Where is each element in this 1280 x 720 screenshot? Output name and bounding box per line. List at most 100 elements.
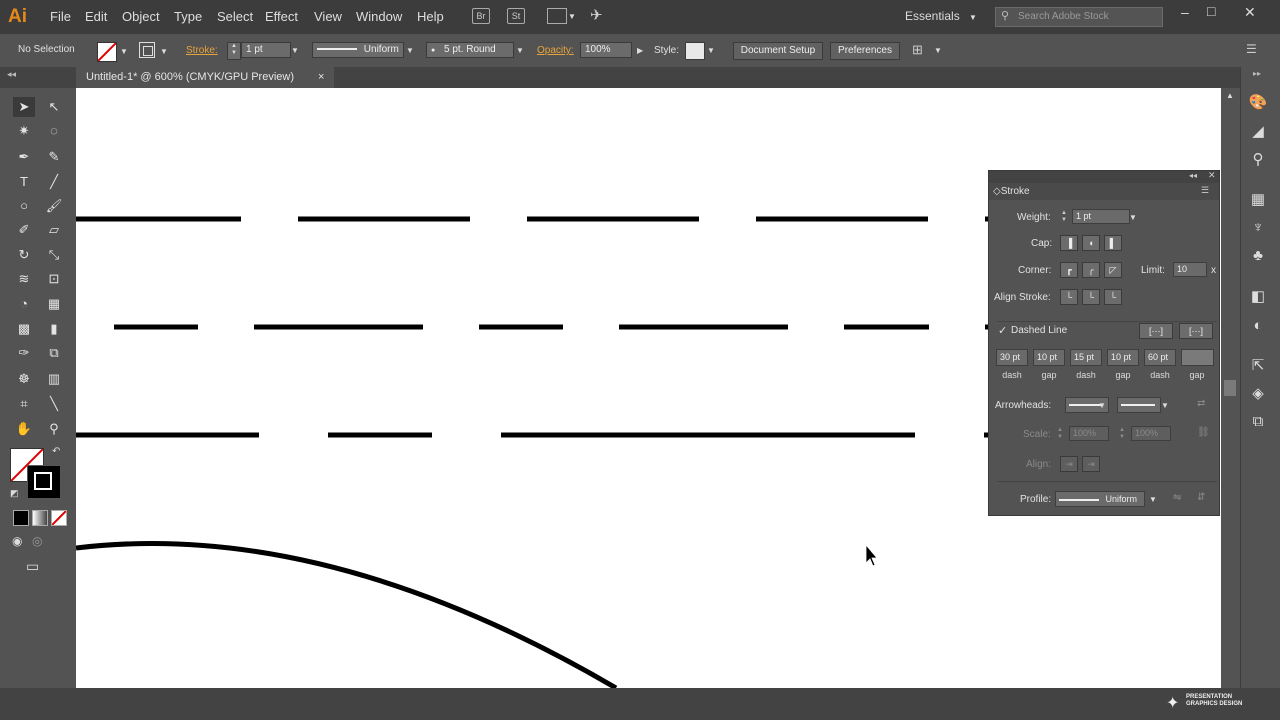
limit-field[interactable]: 10	[1173, 262, 1207, 277]
color-guide-icon[interactable]: ◢	[1248, 122, 1268, 142]
place-arrow-icon[interactable]: ⇥	[1082, 456, 1100, 472]
eyedropper-tool-icon[interactable]: ✑	[13, 343, 35, 363]
slice-tool-icon[interactable]: ╲	[43, 394, 65, 414]
menu-help[interactable]: Help	[417, 9, 444, 24]
scroll-up-icon[interactable]: ▲	[1226, 91, 1234, 100]
dash-field-2[interactable]: 15 pt	[1070, 349, 1102, 366]
bevel-join-icon[interactable]: ◸	[1104, 262, 1122, 278]
panel-menu-icon[interactable]: ☰	[1201, 185, 1209, 196]
hand-tool-icon[interactable]: ✋	[13, 419, 35, 439]
curvature-tool-icon[interactable]: ✎	[43, 147, 65, 167]
scroll-thumb[interactable]	[1224, 380, 1236, 396]
eraser-tool-icon[interactable]: ▱	[43, 220, 65, 240]
menu-type[interactable]: Type	[174, 9, 202, 24]
blend-tool-icon[interactable]: ⧉	[43, 343, 65, 363]
rotate-tool-icon[interactable]: ↻	[13, 245, 35, 265]
scale-end-field[interactable]: 100%	[1131, 426, 1171, 441]
color-mode-icon[interactable]	[13, 510, 29, 526]
shape-builder-tool-icon[interactable]: ◔	[13, 294, 35, 314]
document-tab[interactable]: Untitled-1* @ 600% (CMYK/GPU Preview) ×	[76, 67, 334, 88]
close-panel-icon[interactable]: ✕	[1208, 170, 1216, 181]
align-center-icon[interactable]: └	[1060, 289, 1078, 305]
stroke-weight-stepper[interactable]: ▲ ▼	[227, 42, 241, 60]
dashed-line-checkbox[interactable]: ✓	[998, 324, 1007, 337]
align-outside-icon[interactable]: └	[1104, 289, 1122, 305]
ellipse-tool-icon[interactable]: ○	[13, 196, 35, 216]
arrange-documents-icon[interactable]	[547, 8, 567, 24]
brushes-icon[interactable]: ♆	[1248, 218, 1268, 238]
gradient-mode-icon[interactable]	[32, 510, 48, 526]
lasso-tool-icon[interactable]: ◌	[43, 121, 65, 141]
chevron-down-icon[interactable]: ▼	[1098, 401, 1106, 410]
gpu-performance-icon[interactable]: ✈	[590, 6, 603, 24]
menu-edit[interactable]: Edit	[85, 9, 107, 24]
butt-cap-icon[interactable]: ▐	[1060, 235, 1078, 251]
flip-along-icon[interactable]: ⇋	[1173, 492, 1181, 503]
arrange-icon[interactable]: ⊞	[912, 42, 923, 58]
menu-select[interactable]: Select	[217, 9, 253, 24]
zoom-tool-icon[interactable]: ⚲	[43, 419, 65, 439]
artboard-tool-icon[interactable]: ⌗	[13, 394, 35, 414]
scale-start-field[interactable]: 100%	[1069, 426, 1109, 441]
workspace-switcher[interactable]: Essentials ▼	[905, 9, 977, 23]
libraries-icon[interactable]: ⚲	[1248, 150, 1268, 170]
round-join-icon[interactable]: ╭	[1082, 262, 1100, 278]
column-graph-tool-icon[interactable]: ▥	[43, 369, 65, 389]
align-dash-corners-icon[interactable]: [⋯]	[1179, 323, 1213, 339]
document-setup-button[interactable]: Document Setup	[733, 42, 823, 60]
pencil-tool-icon[interactable]: ✐	[13, 220, 35, 240]
stroke-label[interactable]: Stroke:	[186, 45, 218, 56]
scale-tool-icon[interactable]: ⤡	[43, 245, 65, 265]
symbols-icon[interactable]: ♣	[1248, 246, 1268, 266]
fill-swatch[interactable]	[97, 42, 117, 62]
weight-field[interactable]: 1 pt	[1072, 209, 1130, 224]
vertical-scrollbar[interactable]: ▲	[1221, 88, 1240, 688]
mesh-tool-icon[interactable]: ▩	[13, 319, 35, 339]
minimize-icon[interactable]: –	[1181, 4, 1189, 20]
preserve-dash-icon[interactable]: [⋯]	[1139, 323, 1173, 339]
menu-effect[interactable]: Effect	[265, 9, 298, 24]
perspective-grid-tool-icon[interactable]: ▦	[43, 294, 65, 314]
menu-file[interactable]: File	[50, 9, 71, 24]
chevron-down-icon[interactable]: ▼	[120, 47, 128, 56]
close-tab-icon[interactable]: ×	[318, 71, 324, 83]
dash-field-3[interactable]: 60 pt	[1144, 349, 1176, 366]
swatches-icon[interactable]: ▦	[1248, 190, 1268, 210]
chevron-right-icon[interactable]: ▶	[637, 46, 643, 55]
pen-tool-icon[interactable]: ✒	[13, 147, 35, 167]
menu-view[interactable]: View	[314, 9, 342, 24]
close-window-icon[interactable]: ✕	[1244, 4, 1256, 21]
collapse-panel-icon[interactable]: ◂◂	[1189, 171, 1197, 180]
free-transform-tool-icon[interactable]: ⊡	[43, 269, 65, 289]
swap-arrowheads-icon[interactable]: ⇄	[1197, 398, 1205, 409]
swap-fill-stroke-icon[interactable]: ↶	[52, 446, 60, 457]
paintbrush-tool-icon[interactable]: 🖌	[43, 196, 65, 216]
chevron-down-icon[interactable]: ▼	[707, 46, 715, 55]
dash-field-1[interactable]: 30 pt	[996, 349, 1028, 366]
stock-icon[interactable]: St	[507, 8, 525, 24]
opacity-label[interactable]: Opacity:	[537, 45, 574, 56]
screen-mode-icon[interactable]: ▭	[26, 558, 39, 575]
weight-stepper[interactable]: ▲ ▼	[1059, 210, 1069, 225]
align-inside-icon[interactable]: └	[1082, 289, 1100, 305]
panel-tab-stroke[interactable]: ◇Stroke	[993, 186, 1030, 197]
round-cap-icon[interactable]: ◖	[1082, 235, 1100, 251]
menu-object[interactable]: Object	[122, 9, 160, 24]
extend-arrow-icon[interactable]: ⇥	[1060, 456, 1078, 472]
layers-icon[interactable]: ◈	[1248, 384, 1268, 404]
color-palette-icon[interactable]: 🎨	[1248, 93, 1268, 113]
bridge-icon[interactable]: Br	[472, 8, 490, 24]
export-icon[interactable]: ⇱	[1248, 356, 1268, 376]
search-stock-input[interactable]: ⚲ Search Adobe Stock	[995, 7, 1163, 27]
appearance-icon[interactable]: ◐	[1248, 316, 1268, 336]
direct-selection-tool-icon[interactable]: ↖	[43, 97, 65, 117]
stroke-color-box[interactable]	[27, 465, 61, 499]
opacity-field[interactable]: 100%	[580, 42, 632, 58]
artboards-icon[interactable]: ⧉	[1248, 412, 1268, 432]
magic-wand-tool-icon[interactable]: ✷	[13, 121, 35, 141]
miter-join-icon[interactable]: ┏	[1060, 262, 1078, 278]
maximize-icon[interactable]: □	[1207, 3, 1215, 19]
gap-field-1[interactable]: 10 pt	[1033, 349, 1065, 366]
chevron-down-icon[interactable]: ▼	[160, 47, 168, 56]
menu-window[interactable]: Window	[356, 9, 402, 24]
